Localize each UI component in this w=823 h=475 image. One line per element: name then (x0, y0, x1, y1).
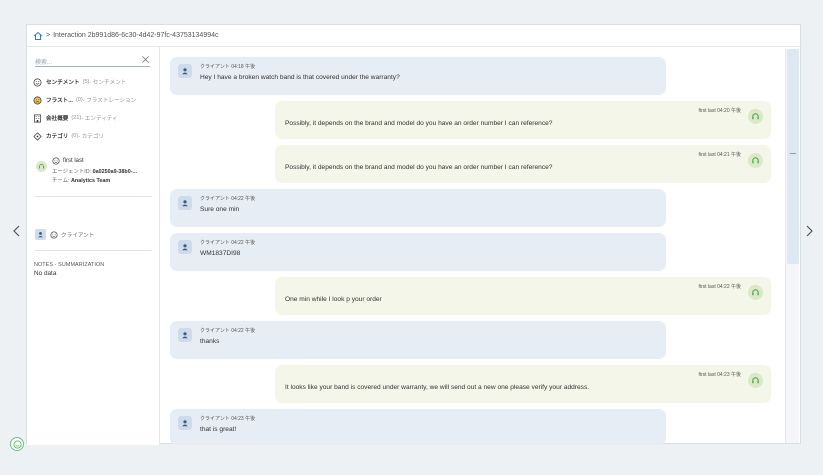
filter-sentiment[interactable]: センチメント (5) - センチメント (33, 75, 159, 89)
interaction-title: Interaction 2b991d86-6c30-4d42-97fc-4375… (53, 32, 219, 39)
scrollbar[interactable] (785, 49, 799, 443)
user-icon (178, 196, 192, 210)
user-icon (178, 64, 192, 78)
client-message: クライアント 04:18 午後 Hey I have a broken watch… (170, 57, 666, 95)
notes-value: No data (34, 270, 57, 277)
agent-team: チーム: Analytics Team (52, 176, 110, 184)
chat-transcript: クライアント 04:18 午後 Hey I have a broken watch… (167, 53, 785, 445)
home-icon[interactable] (33, 31, 43, 41)
client-message: クライアント 04:22 午後 WM1837DI98 (170, 233, 666, 271)
divider (35, 196, 152, 197)
filter-category[interactable]: カテゴリ (0) - カテゴリ (33, 129, 159, 143)
filter-count: (0) (71, 133, 79, 139)
filter-label: カテゴリ (46, 134, 69, 140)
filter-count: (21) (71, 115, 82, 121)
agent-message: first last 04:23 午後 It looks like your ba… (275, 365, 771, 403)
search-input[interactable]: 検索... (35, 55, 150, 67)
filter-label: フラスト... (46, 98, 73, 104)
message-meta: クライアント 04:22 午後 (200, 328, 256, 334)
headset-icon (748, 153, 763, 168)
headset-icon (36, 161, 47, 172)
filter-count: (5) (82, 79, 90, 85)
client-message: クライアント 04:23 午後 that is great! (170, 409, 666, 445)
client-row: クライアント (35, 229, 94, 240)
message-meta: first last 04:20 午後 (698, 108, 741, 114)
headset-icon (748, 109, 763, 124)
angry-face-icon (33, 96, 42, 104)
message-text: that is great! (200, 426, 237, 433)
agent-card: first last エージェントID: 0a0250a9-38b0-... チ… (27, 153, 160, 208)
filter-sub: - カテゴリ (78, 134, 105, 140)
filter-frustration[interactable]: フラスト... (0) - フラストレーション (33, 93, 159, 107)
filter-label: センチメント (46, 80, 80, 86)
agent-id-label: エージェントID: (52, 169, 92, 175)
message-text: WM1837DI98 (200, 250, 241, 257)
message-text: Possibly, it depends on the brand and mo… (285, 164, 553, 171)
search-placeholder: 検索... (35, 60, 53, 66)
notes-title: NOTES - SUMMARIZATION (34, 262, 105, 268)
scrollbar-thumb[interactable] (787, 49, 799, 264)
message-meta: first last 04:22 午後 (698, 284, 741, 290)
message-meta: first last 04:23 午後 (698, 372, 741, 378)
message-meta: クライアント 04:18 午後 (200, 64, 256, 70)
smile-icon (50, 230, 58, 239)
collapse-handle[interactable] (790, 153, 796, 154)
filter-label: 会社概要 (46, 116, 69, 122)
close-icon[interactable] (141, 55, 150, 64)
agent-team-label: チーム: (52, 178, 70, 184)
headset-icon (748, 373, 763, 388)
diamond-icon (33, 131, 42, 141)
interaction-panel: > Interaction 2b991d86-6c30-4d42-97fc-43… (26, 24, 802, 445)
sidebar: 検索... センチメント (5) - センチメント フラスト... (0) - … (27, 47, 160, 445)
message-text: Hey I have a broken watch band is that c… (200, 74, 400, 81)
chevron-left-icon[interactable] (12, 225, 22, 237)
agent-name: first last (52, 157, 84, 165)
filter-sub: - フラストレーション (82, 98, 137, 104)
agent-team-value: Analytics Team (71, 178, 111, 184)
agent-message: first last 04:20 午後 Possibly, it depends … (275, 101, 771, 139)
breadcrumb-separator: > (46, 32, 51, 39)
smile-icon (12, 439, 22, 449)
message-text: It looks like your band is covered under… (285, 384, 590, 391)
agent-id-value: 0a0250a9-38b0-... (92, 169, 137, 175)
user-icon (35, 229, 46, 240)
assistant-button[interactable] (10, 437, 24, 451)
filter-sub: - センチメント (89, 80, 127, 86)
agent-id: エージェントID: 0a0250a9-38b0-... (52, 167, 137, 175)
client-label: クライアント (61, 232, 95, 239)
message-text: thanks (200, 338, 220, 345)
client-message: クライアント 04:22 午後 thanks (170, 321, 666, 359)
divider (35, 250, 152, 251)
client-message: クライアント 04:22 午後 Sure one min (170, 189, 666, 227)
agent-message: first last 04:22 午後 One min while I look … (275, 277, 771, 315)
smile-icon (33, 78, 42, 86)
user-icon (178, 328, 192, 342)
agent-name-text: first last (63, 158, 84, 164)
user-icon (178, 416, 192, 430)
filter-sub: - エンティティ (81, 116, 118, 122)
filter-count: (0) (75, 97, 83, 103)
breadcrumb: > Interaction 2b991d86-6c30-4d42-97fc-43… (27, 25, 802, 47)
filter-company[interactable]: 会社概要 (21) - エンティティ (33, 111, 159, 125)
headset-icon (748, 285, 763, 300)
building-icon (33, 114, 42, 122)
message-meta: first last 04:21 午後 (698, 152, 741, 158)
user-icon (178, 240, 192, 254)
chevron-right-icon[interactable] (804, 225, 814, 237)
agent-message: first last 04:21 午後 Possibly, it depends … (275, 145, 771, 183)
message-meta: クライアント 04:22 午後 (200, 240, 256, 246)
smile-icon (52, 157, 60, 165)
message-meta: クライアント 04:23 午後 (200, 416, 256, 422)
message-text: One min while I look p your order (285, 296, 382, 303)
message-meta: クライアント 04:22 午後 (200, 196, 256, 202)
message-text: Sure one min (200, 206, 240, 213)
message-text: Possibly, it depends on the brand and mo… (285, 120, 553, 127)
